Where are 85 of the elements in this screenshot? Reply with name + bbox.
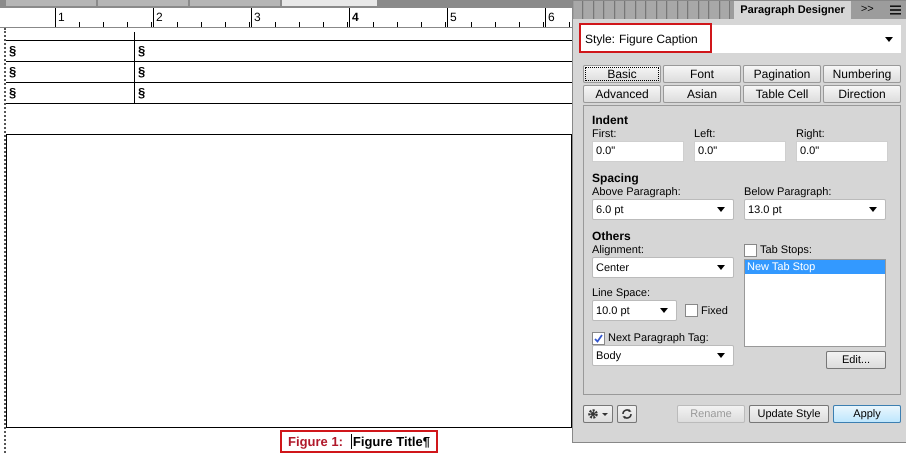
input-field[interactable]: 0.0" — [796, 141, 888, 162]
ruler-number: 6 — [547, 10, 555, 24]
ruler-number: 3 — [253, 10, 261, 24]
ruler-number: 1 — [57, 10, 65, 24]
dropdown-caret-icon — [660, 308, 668, 313]
collapsed-panel-tab[interactable] — [647, 1, 657, 19]
collapsed-panel-tab[interactable] — [605, 1, 615, 19]
collapsed-panel-tab[interactable] — [700, 1, 710, 19]
table-cell-text: § — [137, 84, 146, 102]
checkbox[interactable] — [592, 332, 605, 344]
field-label: Left: — [694, 127, 716, 141]
field-label: Alignment: — [592, 243, 645, 257]
checkbox-label: Next Paragraph Tag: — [608, 331, 709, 345]
refresh-button[interactable] — [617, 405, 637, 423]
gear-icon — [587, 408, 609, 420]
figure-label: Figure 1: — [288, 434, 343, 449]
dropdown-caret-icon — [885, 36, 893, 42]
collapsed-panel-tab[interactable] — [668, 1, 678, 19]
field-label: Below Paragraph: — [744, 185, 832, 199]
expand-button[interactable]: >> — [850, 1, 884, 19]
table-cell: § — [6, 41, 135, 61]
collapsed-panel-tab[interactable] — [616, 1, 626, 19]
checkbox[interactable] — [685, 304, 698, 317]
dropdown[interactable]: 13.0 pt — [744, 199, 886, 220]
action-button[interactable]: Apply — [833, 405, 901, 423]
panel-tab[interactable]: Paragraph Designer — [734, 1, 851, 19]
ruler-number: 5 — [449, 10, 457, 24]
collapsed-panel-tab[interactable] — [594, 1, 604, 19]
collapsed-panel-tab[interactable] — [574, 1, 584, 19]
dropdown-caret-icon — [717, 353, 725, 358]
document-tab[interactable] — [282, 0, 377, 6]
dropdown-caret-icon — [717, 265, 725, 270]
edit-button[interactable]: Edit... — [826, 351, 886, 369]
collapsed-panel-tab[interactable] — [626, 1, 636, 19]
style-dropdown[interactable]: Style: Figure Caption — [579, 25, 901, 53]
collapsed-panel-tab[interactable] — [720, 1, 730, 19]
dropdown-caret-icon — [869, 207, 877, 212]
section-heading: Others — [592, 230, 632, 243]
collapsed-panel-tab[interactable] — [710, 1, 720, 19]
action-button[interactable]: Update Style — [749, 405, 829, 423]
document-tab[interactable] — [6, 0, 96, 6]
tab[interactable]: Basic — [583, 65, 661, 83]
checkbox-label: Tab Stops: — [760, 243, 812, 257]
figure-title: Figure Title¶ — [350, 434, 430, 449]
table-cell-text: § — [137, 42, 146, 60]
ruler-number: 4 — [351, 10, 359, 24]
input-field[interactable]: 0.0" — [694, 141, 786, 162]
field-label: Above Paragraph: — [592, 185, 682, 199]
ruler-number: 2 — [155, 10, 163, 24]
table-cell-text: § — [137, 63, 146, 81]
field-label: Line Space: — [592, 286, 652, 300]
tab[interactable]: Pagination — [743, 65, 821, 83]
collapsed-panel-tab[interactable] — [678, 1, 688, 19]
refresh-icon — [621, 408, 633, 420]
menu-icon[interactable] — [890, 5, 901, 15]
table-cell: § — [6, 83, 135, 103]
tab[interactable]: Numbering — [823, 65, 901, 83]
checkbox[interactable] — [744, 244, 757, 256]
tab[interactable]: Direction — [823, 85, 901, 103]
collapsed-panel-tab[interactable] — [689, 1, 699, 19]
collapsed-panel-tab[interactable] — [658, 1, 668, 19]
dropdown[interactable]: 6.0 pt — [592, 199, 734, 220]
tab[interactable]: Font — [663, 65, 741, 83]
dropdown-caret-icon — [717, 207, 725, 212]
section-heading: Indent — [592, 114, 629, 127]
table-cell: § — [6, 62, 135, 82]
collapsed-panel-tab[interactable] — [636, 1, 646, 19]
style-label: Style: — [584, 32, 616, 46]
collapsed-panel-tab[interactable] — [584, 1, 594, 19]
checkmark-icon — [594, 334, 603, 342]
dropdown[interactable]: 10.0 pt — [592, 300, 677, 321]
tab[interactable]: Asian — [663, 85, 741, 103]
field-label: Right: — [796, 127, 826, 141]
field-label: First: — [592, 127, 618, 141]
tab[interactable]: Table Cell — [743, 85, 821, 103]
dropdown[interactable]: Body — [592, 345, 734, 366]
dropdown[interactable]: Center — [592, 257, 734, 278]
tab[interactable]: Advanced — [583, 85, 661, 103]
section-heading: Spacing — [592, 172, 640, 185]
document-tab[interactable] — [98, 0, 188, 6]
checkbox-label: Fixed — [701, 304, 728, 318]
document-tab[interactable] — [190, 0, 280, 6]
settings-button[interactable] — [583, 405, 613, 423]
input-field[interactable]: 0.0" — [592, 141, 684, 162]
style-value: Figure Caption — [619, 32, 699, 46]
